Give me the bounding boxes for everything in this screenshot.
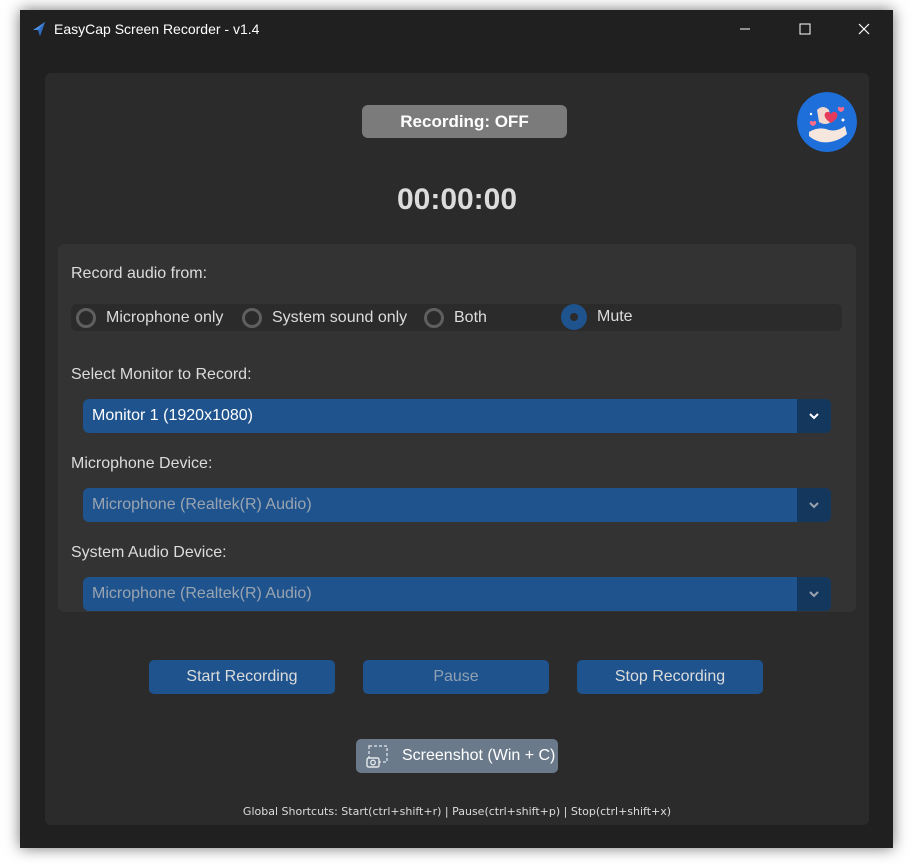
microphone-device-value: Microphone (Realtek(R) Audio) (92, 496, 312, 513)
radio-button-icon (242, 308, 262, 328)
system-audio-device-select[interactable]: Microphone (Realtek(R) Audio) (83, 577, 831, 611)
chevron-down-icon (809, 413, 819, 420)
dropdown-arrow[interactable] (797, 488, 831, 522)
minimize-button[interactable] (716, 10, 774, 48)
monitor-select-value: Monitor 1 (1920x1080) (92, 407, 253, 424)
chevron-down-icon (809, 502, 819, 509)
screenshot-button-label: Screenshot (Win + C) (402, 747, 556, 764)
radio-microphone-only[interactable]: Microphone only (76, 305, 223, 331)
start-recording-button[interactable]: Start Recording (149, 660, 335, 694)
audio-source-label: Record audio from: (71, 265, 208, 282)
radio-label: Microphone only (106, 309, 224, 326)
minimize-icon (740, 28, 750, 30)
radio-label: Mute (597, 308, 633, 325)
monitor-select[interactable]: Monitor 1 (1920x1080) (83, 399, 831, 433)
stop-recording-button[interactable]: Stop Recording (577, 660, 763, 694)
chevron-down-icon (809, 591, 819, 598)
recording-status-badge: Recording: OFF (362, 105, 567, 138)
settings-panel: Record audio from: Microphone only Syste… (58, 244, 856, 612)
radio-both[interactable]: Both (424, 305, 487, 331)
hands-hearts-avatar-icon (797, 92, 857, 152)
pause-button[interactable]: Pause (363, 660, 549, 694)
app-logo-icon (33, 22, 45, 36)
radio-label: Both (454, 309, 487, 326)
window-title: EasyCap Screen Recorder - v1.4 (54, 21, 260, 37)
avatar[interactable] (797, 92, 857, 152)
close-button[interactable] (835, 10, 893, 48)
maximize-icon (799, 23, 811, 35)
monitor-label: Select Monitor to Record: (71, 366, 252, 383)
radio-system-sound-only[interactable]: System sound only (242, 305, 407, 331)
microphone-device-select[interactable]: Microphone (Realtek(R) Audio) (83, 488, 831, 522)
radio-button-selected-icon (561, 304, 587, 330)
audio-source-radio-group: Microphone only System sound only Both M… (71, 304, 842, 331)
system-audio-device-value: Microphone (Realtek(R) Audio) (92, 585, 312, 602)
main-panel: Recording: OFF 00:00:00 Record audio fro… (45, 73, 869, 825)
radio-label: System sound only (272, 309, 408, 326)
title-bar[interactable]: EasyCap Screen Recorder - v1.4 (20, 10, 893, 48)
microphone-device-label: Microphone Device: (71, 455, 213, 472)
maximize-button[interactable] (776, 10, 834, 48)
screenshot-button[interactable]: Screenshot (Win + C) (356, 739, 558, 773)
dropdown-arrow[interactable] (797, 399, 831, 433)
recording-timer: 00:00:00 (396, 183, 518, 216)
app-window: EasyCap Screen Recorder - v1.4 Recording… (20, 10, 893, 848)
screenshot-icon (366, 745, 388, 768)
radio-mute[interactable]: Mute (561, 304, 633, 330)
system-audio-device-label: System Audio Device: (71, 544, 227, 561)
close-icon (858, 23, 870, 35)
radio-button-icon (76, 308, 96, 328)
global-shortcuts-hint: Global Shortcuts: Start(ctrl+shift+r) | … (242, 805, 672, 818)
dropdown-arrow[interactable] (797, 577, 831, 611)
radio-button-icon (424, 308, 444, 328)
